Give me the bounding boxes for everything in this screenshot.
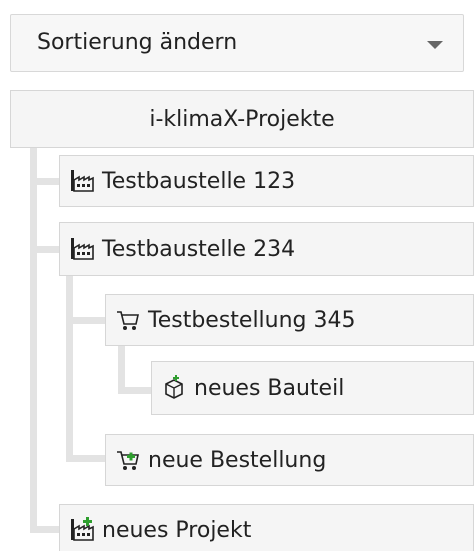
cart-icon bbox=[114, 306, 142, 334]
tree-item-add-order[interactable]: neue Bestellung bbox=[105, 434, 474, 486]
tree-item-label: neue Bestellung bbox=[148, 447, 327, 473]
tree-item-add-part[interactable]: neues Bauteil bbox=[151, 361, 474, 415]
tree-connector bbox=[30, 178, 59, 185]
tree-item-label: neues Bauteil bbox=[194, 375, 345, 401]
tree-item-project[interactable]: Testbaustelle 123 bbox=[59, 155, 474, 207]
tree-item-label: neues Projekt bbox=[102, 517, 252, 543]
add-cart-icon bbox=[114, 446, 142, 474]
tree-connector bbox=[118, 387, 151, 394]
tree-item-add-project[interactable]: neues Projekt bbox=[59, 504, 474, 551]
add-factory-icon bbox=[68, 516, 96, 544]
sort-dropdown[interactable]: Sortierung ändern bbox=[10, 14, 464, 72]
factory-icon bbox=[68, 235, 96, 263]
tree-item-label: Testbaustelle 234 bbox=[102, 236, 296, 262]
tree-connector bbox=[66, 317, 105, 324]
tree-connector bbox=[30, 246, 59, 253]
tree-connector bbox=[66, 276, 73, 461]
factory-icon bbox=[68, 167, 96, 195]
tree-connector bbox=[30, 148, 37, 532]
add-box-icon bbox=[160, 374, 188, 402]
tree-root-node[interactable]: i-klimaX-Projekte bbox=[10, 90, 474, 148]
project-tree-panel: Sortierung ändern i-klimaX-Projekte Test… bbox=[0, 0, 474, 551]
tree-item-order[interactable]: Testbestellung 345 bbox=[105, 294, 474, 346]
chevron-down-icon[interactable] bbox=[427, 41, 443, 49]
tree-item-label: Testbestellung 345 bbox=[148, 307, 356, 333]
tree-item-label: Testbaustelle 123 bbox=[102, 168, 296, 194]
tree-connector bbox=[66, 455, 105, 462]
sort-dropdown-label: Sortierung ändern bbox=[37, 30, 238, 55]
tree-root-label: i-klimaX-Projekte bbox=[149, 106, 335, 132]
tree-connector bbox=[30, 526, 59, 533]
tree-item-project[interactable]: Testbaustelle 234 bbox=[59, 222, 474, 276]
